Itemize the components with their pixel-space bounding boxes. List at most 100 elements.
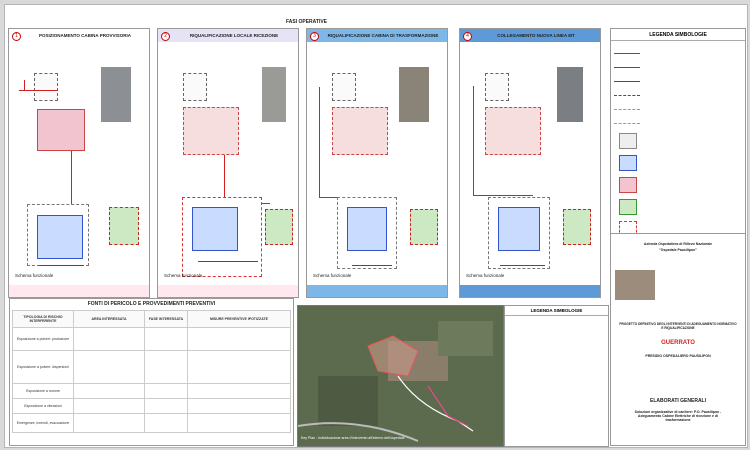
- transformer-cabin: [37, 215, 83, 259]
- receiving-room-box: [37, 109, 85, 151]
- title-block: Azienda Ospedaliera di Rilievo Nazionale…: [610, 233, 746, 446]
- legend-row: [614, 177, 742, 195]
- transformer-cabin: [347, 207, 387, 251]
- phase-title: COLLEGAMENTO NUOVA LINEA MT: [497, 33, 575, 38]
- equipment-box: [183, 73, 207, 101]
- header-measures: MISURE PREVENTIVE IPOTIZZATE: [187, 310, 291, 328]
- legend-row: [614, 155, 742, 173]
- authority-name: "Ospedale Pausilipon": [659, 248, 697, 252]
- drawing-sheet: FASI OPERATIVE 1 POSIZIONAMENTO CABINA P…: [4, 4, 748, 448]
- area-cell: [73, 327, 145, 351]
- legend-swatch: [619, 199, 637, 215]
- photo-thumbnail: [101, 67, 131, 122]
- schema-label: Schema funzionale: [15, 273, 54, 278]
- document-title: Soluzioni organizzative di cantiere: P.O…: [634, 410, 722, 422]
- temporary-cabin: [265, 209, 293, 245]
- schema-label: Schema funzionale: [164, 273, 203, 278]
- map-legend: LEGENDA SIMBOLOGIE: [504, 305, 609, 447]
- receiving-room-box: [183, 107, 239, 155]
- section-title: ELABORATI GENERALI: [649, 398, 707, 404]
- phase-panel-4: 4 COLLEGAMENTO NUOVA LINEA MT Schema fun…: [459, 28, 601, 298]
- mt-line: [473, 195, 533, 196]
- photo-thumbnail: [262, 67, 286, 122]
- mt-line: [319, 87, 320, 197]
- transformer-cabin: [498, 207, 540, 251]
- schema-label: Schema funzionale: [466, 273, 505, 278]
- map-graphic: [298, 306, 503, 446]
- area-cell: [73, 383, 145, 399]
- phase-cell: [144, 398, 188, 414]
- legend-swatch: [614, 123, 640, 124]
- bt-line: [352, 265, 392, 266]
- legend-row: [614, 75, 742, 87]
- key-plan-map: [297, 305, 504, 447]
- building-photo: [615, 270, 655, 300]
- header-phase: FASE INTERESSATA: [144, 310, 188, 328]
- phase-panel-3: 3 RIQUALIFICAZIONE CABINA DI TRASFORMAZI…: [306, 28, 448, 298]
- mt-line: [19, 90, 57, 91]
- table-row: Esposizione a polveri: dispersioni: [12, 350, 291, 384]
- phase-number: 4: [463, 32, 472, 41]
- bt-line: [500, 265, 545, 266]
- logo: GUERRATO: [661, 340, 695, 346]
- phase-title: POSIZIONAMENTO CABINA PROVVISORIA: [38, 33, 131, 38]
- legend-row: [614, 47, 742, 59]
- risk-label: Esposizione a rumore: [12, 383, 74, 399]
- panel-notes: [307, 285, 447, 297]
- receiving-room-box: [332, 107, 388, 155]
- legend-swatch: [619, 133, 637, 149]
- risk-label: Esposizione a polveri: dispersioni: [12, 350, 74, 384]
- photo-thumbnail: [399, 67, 429, 122]
- area-cell: [73, 413, 145, 433]
- temporary-cabin: [563, 209, 591, 245]
- hospital-name: PRESIDIO OSPEDALIERO PAUSILIPON: [645, 354, 711, 358]
- phase-cell: [144, 413, 188, 433]
- phase-cell: [144, 327, 188, 351]
- header-area: AREA INTERESSATA: [73, 310, 145, 328]
- phase-number: 2: [161, 32, 170, 41]
- equipment-box: [485, 73, 509, 101]
- legend-row: [614, 117, 742, 129]
- temporary-cabin: [410, 209, 438, 245]
- risk-label: Emergenze, incendi, evacuazione: [12, 413, 74, 433]
- receiving-room-box: [485, 107, 541, 155]
- risk-title: FONTI DI PERICOLO E PROVVEDIMENTI PREVEN…: [87, 301, 216, 307]
- mt-line: [24, 80, 25, 90]
- table-header-row: TIPOLOGIA DI RISCHIO INTERFERENTE AREA I…: [12, 310, 291, 328]
- legend-swatch: [614, 109, 640, 110]
- area-cell: [73, 398, 145, 414]
- temporary-cabin: [109, 207, 139, 245]
- mt-line: [224, 155, 225, 203]
- mt-line: [71, 151, 72, 204]
- legend-swatch: [619, 155, 637, 171]
- risk-section: FONTI DI PERICOLO E PROVVEDIMENTI PREVEN…: [9, 298, 294, 446]
- equipment-box: [332, 73, 356, 101]
- area-cell: [73, 350, 145, 384]
- measures-cell: [187, 383, 291, 399]
- phase-number: 1: [12, 32, 21, 41]
- map-legend-title: LEGENDA SIMBOLOGIE: [505, 308, 608, 316]
- header-risk-type: TIPOLOGIA DI RISCHIO INTERFERENTE: [12, 310, 74, 328]
- legend-swatch: [614, 53, 640, 54]
- panel-notes: [460, 285, 600, 297]
- phases-title: FASI OPERATIVE: [285, 19, 328, 25]
- authority-line: Azienda Ospedaliera di Rilievo Nazionale: [643, 242, 713, 246]
- phase-title: RIQUALIFICAZIONE LOCALE RICEZIONE: [189, 33, 279, 38]
- measures-cell: [187, 327, 291, 351]
- legend-swatch: [614, 81, 640, 82]
- table-row: Esposizione a rumore: [12, 383, 291, 399]
- legend-swatch: [614, 95, 640, 96]
- risk-table: TIPOLOGIA DI RISCHIO INTERFERENTE AREA I…: [12, 310, 291, 433]
- table-row: Emergenze, incendi, evacuazione: [12, 413, 291, 433]
- phase-panel-1: 1 POSIZIONAMENTO CABINA PROVVISORIA Sche…: [8, 28, 150, 298]
- legend-row: [614, 133, 742, 151]
- phase-cell: [144, 350, 188, 384]
- phase-panel-2: 2 RIQUALIFICAZIONE LOCALE RICEZIONE Sche…: [157, 28, 299, 298]
- schema-label: Schema funzionale: [313, 273, 352, 278]
- bt-line: [198, 261, 258, 262]
- table-row: Esposizione a vibrazioni: [12, 398, 291, 414]
- legend-swatch: [614, 67, 640, 68]
- panel-notes: [9, 285, 149, 297]
- phase-cell: [144, 383, 188, 399]
- measures-cell: [187, 398, 291, 414]
